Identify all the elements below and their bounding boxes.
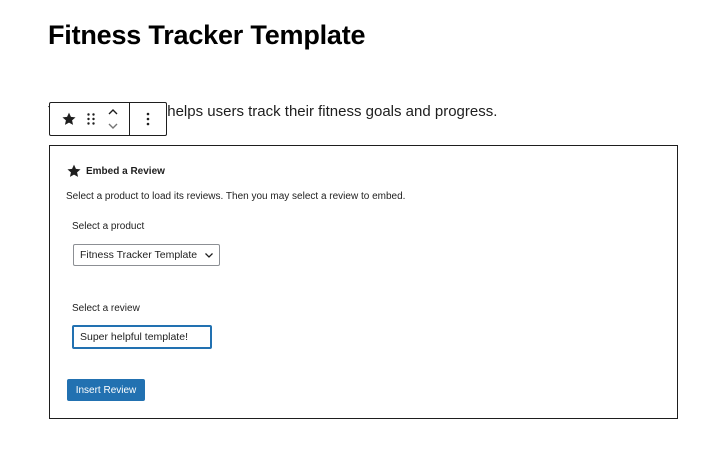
more-vertical-icon[interactable]: [139, 110, 157, 128]
block-instructions: Select a product to load its reviews. Th…: [66, 191, 406, 202]
star-icon[interactable]: [60, 110, 78, 128]
review-select[interactable]: Super helpful template!: [72, 325, 212, 349]
drag-handle-icon[interactable]: [84, 110, 98, 128]
select-review-label: Select a review: [72, 303, 140, 314]
product-select[interactable]: Fitness Tracker Template: [73, 244, 220, 266]
insert-review-button[interactable]: Insert Review: [67, 379, 145, 401]
embed-review-block[interactable]: Embed a Review Select a product to load …: [49, 145, 678, 419]
review-select-value: Super helpful template!: [80, 331, 188, 343]
block-header: Embed a Review: [66, 163, 165, 179]
block-toolbar-controls: [50, 103, 130, 135]
product-select-value: Fitness Tracker Template: [80, 249, 198, 261]
block-toolbar: [49, 102, 167, 136]
page-title[interactable]: Fitness Tracker Template: [48, 20, 366, 51]
block-toolbar-options: [130, 103, 166, 135]
chevron-down-icon: [205, 253, 213, 258]
chevron-up-icon[interactable]: [106, 106, 120, 118]
chevron-down-icon[interactable]: [106, 120, 120, 132]
block-movers: [106, 106, 120, 132]
editor-canvas: Fitness Tracker Template This spreadshee…: [0, 0, 720, 454]
star-icon: [67, 164, 81, 177]
block-title: Embed a Review: [86, 165, 165, 177]
select-product-label: Select a product: [72, 221, 145, 232]
